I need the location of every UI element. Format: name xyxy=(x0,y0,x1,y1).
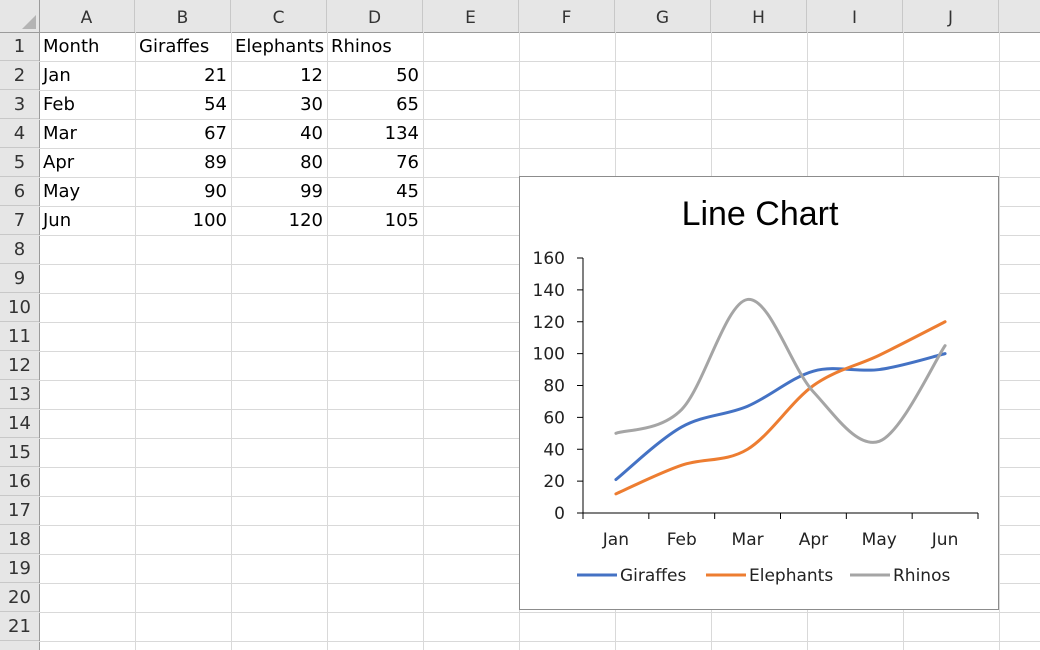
legend-label-rhinos: Rhinos xyxy=(893,566,950,586)
line-chart[interactable]: Line Chart 0 20 40 60 80 100 120 140 160 Jan Feb Ma… xyxy=(519,176,999,610)
column-header-c[interactable]: C xyxy=(231,0,327,32)
row-header-9[interactable]: 9 xyxy=(0,264,39,293)
cell-b5[interactable]: 89 xyxy=(135,148,227,176)
row-header-7[interactable]: 7 xyxy=(0,206,39,235)
cell-c7[interactable]: 120 xyxy=(231,206,323,234)
spreadsheet-grid: ABCDEFGHIJ 1 2 3 4 5 6 7 8 9 10 11 12 13 14 15 16 17 18 19… xyxy=(0,0,1040,650)
cell-a3[interactable]: Feb xyxy=(43,90,75,118)
y-tick-label: 160 xyxy=(533,249,565,269)
series-line-elephants[interactable] xyxy=(614,320,947,496)
cell-b7[interactable]: 100 xyxy=(135,206,227,234)
chart-canvas: Line Chart 0 20 40 60 80 100 120 140 160 Jan Feb Ma… xyxy=(533,195,979,586)
series-line-rhinos[interactable] xyxy=(614,297,947,444)
cell-a7[interactable]: Jun xyxy=(43,206,71,234)
cell-b1[interactable]: Giraffes xyxy=(139,32,209,60)
column-header-f[interactable]: F xyxy=(519,0,615,32)
y-tick-label: 60 xyxy=(543,408,565,428)
row-header-8[interactable]: 8 xyxy=(0,235,39,264)
y-tick-label: 120 xyxy=(533,313,565,333)
chart-title[interactable]: Line Chart xyxy=(682,195,839,233)
row-header-5[interactable]: 5 xyxy=(0,148,39,177)
cell-b3[interactable]: 54 xyxy=(135,90,227,118)
cell-a6[interactable]: May xyxy=(43,177,80,205)
y-tick-label: 40 xyxy=(543,440,565,460)
cell-c5[interactable]: 80 xyxy=(231,148,323,176)
cell-d6[interactable]: 45 xyxy=(327,177,419,205)
cell-a4[interactable]: Mar xyxy=(43,119,77,147)
legend-label-elephants: Elephants xyxy=(749,566,833,586)
cell-b4[interactable]: 67 xyxy=(135,119,227,147)
column-header-i[interactable]: I xyxy=(807,0,903,32)
cell-c1[interactable]: Elephants xyxy=(235,32,324,60)
y-tick-label: 0 xyxy=(554,504,565,524)
row-header-4[interactable]: 4 xyxy=(0,119,39,148)
select-all-button[interactable] xyxy=(0,0,40,33)
cell-a1[interactable]: Month xyxy=(43,32,99,60)
cell-b2[interactable]: 21 xyxy=(135,61,227,89)
x-tick-label: Jan xyxy=(602,530,629,550)
row-header-2[interactable]: 2 xyxy=(0,61,39,90)
cell-d4[interactable]: 134 xyxy=(327,119,419,147)
chart-axes: 0 20 40 60 80 100 120 140 160 Jan Feb Mar Apr May Jun xyxy=(533,249,979,550)
cell-d7[interactable]: 105 xyxy=(327,206,419,234)
cell-c2[interactable]: 12 xyxy=(231,61,323,89)
row-header-1[interactable]: 1 xyxy=(0,32,39,61)
row-header-19[interactable]: 19 xyxy=(0,554,39,583)
y-tick-label: 20 xyxy=(543,472,565,492)
row-gridline xyxy=(39,612,1040,613)
row-gridline xyxy=(39,641,1040,642)
x-tick-label: May xyxy=(862,530,897,550)
row-header-21[interactable]: 21 xyxy=(0,612,39,641)
chart-legend[interactable]: Giraffes Elephants Rhinos xyxy=(577,566,950,586)
cell-c4[interactable]: 40 xyxy=(231,119,323,147)
column-header-h[interactable]: H xyxy=(711,0,807,32)
row-header-15[interactable]: 15 xyxy=(0,438,39,467)
row-header-16[interactable]: 16 xyxy=(0,467,39,496)
cell-a2[interactable]: Jan xyxy=(43,61,71,89)
cell-c3[interactable]: 30 xyxy=(231,90,323,118)
cell-d1[interactable]: Rhinos xyxy=(331,32,392,60)
cell-b6[interactable]: 90 xyxy=(135,177,227,205)
row-header-17[interactable]: 17 xyxy=(0,496,39,525)
row-header-14[interactable]: 14 xyxy=(0,409,39,438)
cell-d5[interactable]: 76 xyxy=(327,148,419,176)
row-header-10[interactable]: 10 xyxy=(0,293,39,322)
y-tick-label: 80 xyxy=(543,377,565,397)
column-header-b[interactable]: B xyxy=(135,0,231,32)
row-header-20[interactable]: 20 xyxy=(0,583,39,612)
column-gridline xyxy=(423,32,424,650)
x-tick-label: Apr xyxy=(799,530,828,550)
x-tick-label: Jun xyxy=(931,530,959,550)
row-header-3[interactable]: 3 xyxy=(0,90,39,119)
y-tick-label: 100 xyxy=(533,345,565,365)
y-tick-label: 140 xyxy=(533,281,565,301)
cell-d3[interactable]: 65 xyxy=(327,90,419,118)
column-header-g[interactable]: G xyxy=(615,0,711,32)
column-header-d[interactable]: D xyxy=(327,0,423,32)
x-tick-label: Mar xyxy=(732,530,764,550)
column-header-a[interactable]: A xyxy=(39,0,135,32)
legend-label-giraffes: Giraffes xyxy=(620,566,686,586)
row-header-11[interactable]: 11 xyxy=(0,322,39,351)
row-header-13[interactable]: 13 xyxy=(0,380,39,409)
column-header-j[interactable]: J xyxy=(903,0,999,32)
column-header-e[interactable]: E xyxy=(423,0,519,32)
cell-a5[interactable]: Apr xyxy=(43,148,74,176)
row-header-18[interactable]: 18 xyxy=(0,525,39,554)
cell-d2[interactable]: 50 xyxy=(327,61,419,89)
row-header-6[interactable]: 6 xyxy=(0,177,39,206)
cell-c6[interactable]: 99 xyxy=(231,177,323,205)
select-all-triangle-icon xyxy=(22,15,36,29)
chart-series xyxy=(614,297,947,496)
x-tick-label: Feb xyxy=(667,530,697,550)
row-header-12[interactable]: 12 xyxy=(0,351,39,380)
